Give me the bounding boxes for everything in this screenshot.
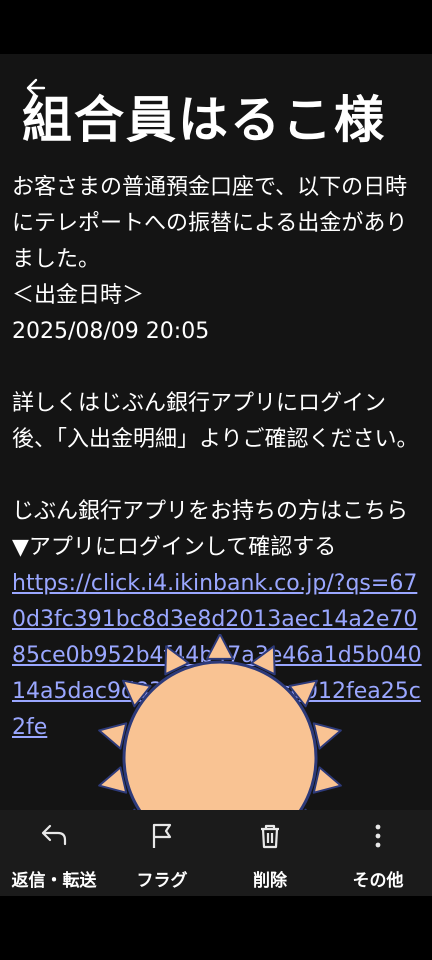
email-title: 組合員はるこ様: [22, 91, 386, 149]
reply-forward-label: 返信・転送: [11, 871, 97, 891]
body-paragraph: 詳しくはじぶん銀行アプリにログイン後、「入出金明細」よりご確認ください。: [12, 391, 419, 452]
more-vertical-icon: [375, 824, 381, 848]
sun-ray: [312, 722, 342, 750]
email-content[interactable]: 組合員はるこ様 お客さまの普通預金口座で、以下の日時にテレポートへの振替による出…: [0, 54, 432, 810]
body-paragraph: じぶん銀行アプリをお持ちの方はこちら: [12, 499, 409, 524]
reply-forward-button[interactable]: 返信・転送: [0, 810, 108, 896]
sun-ray: [98, 766, 128, 794]
flag-button[interactable]: フラグ: [108, 810, 216, 896]
more-label: その他: [352, 871, 404, 891]
delete-label: 削除: [253, 871, 287, 891]
body-paragraph: ＜出金日時＞: [12, 283, 145, 308]
flag-label: フラグ: [136, 871, 188, 891]
body-paragraph: お客さまの普通預金口座で、以下の日時にテレポートへの振替による出金がありました。: [12, 175, 408, 272]
delete-button[interactable]: 削除: [216, 810, 324, 896]
more-button[interactable]: その他: [324, 810, 432, 896]
status-bar: [0, 0, 432, 54]
sun-ray: [98, 722, 128, 750]
trash-icon: [261, 824, 279, 849]
navigation-bar: [0, 896, 432, 960]
flag-icon: [152, 823, 172, 848]
body-paragraph: 2025/08/09 20:05: [12, 319, 210, 344]
sun-ray: [312, 766, 342, 794]
sun-sticker-icon: [98, 634, 342, 810]
reply-icon: [41, 824, 67, 846]
body-paragraph: ▼アプリにログインして確認する: [12, 535, 337, 560]
sun-ray: [206, 634, 234, 660]
action-bar: 返信・転送 フラグ 削除 その他: [0, 810, 432, 896]
